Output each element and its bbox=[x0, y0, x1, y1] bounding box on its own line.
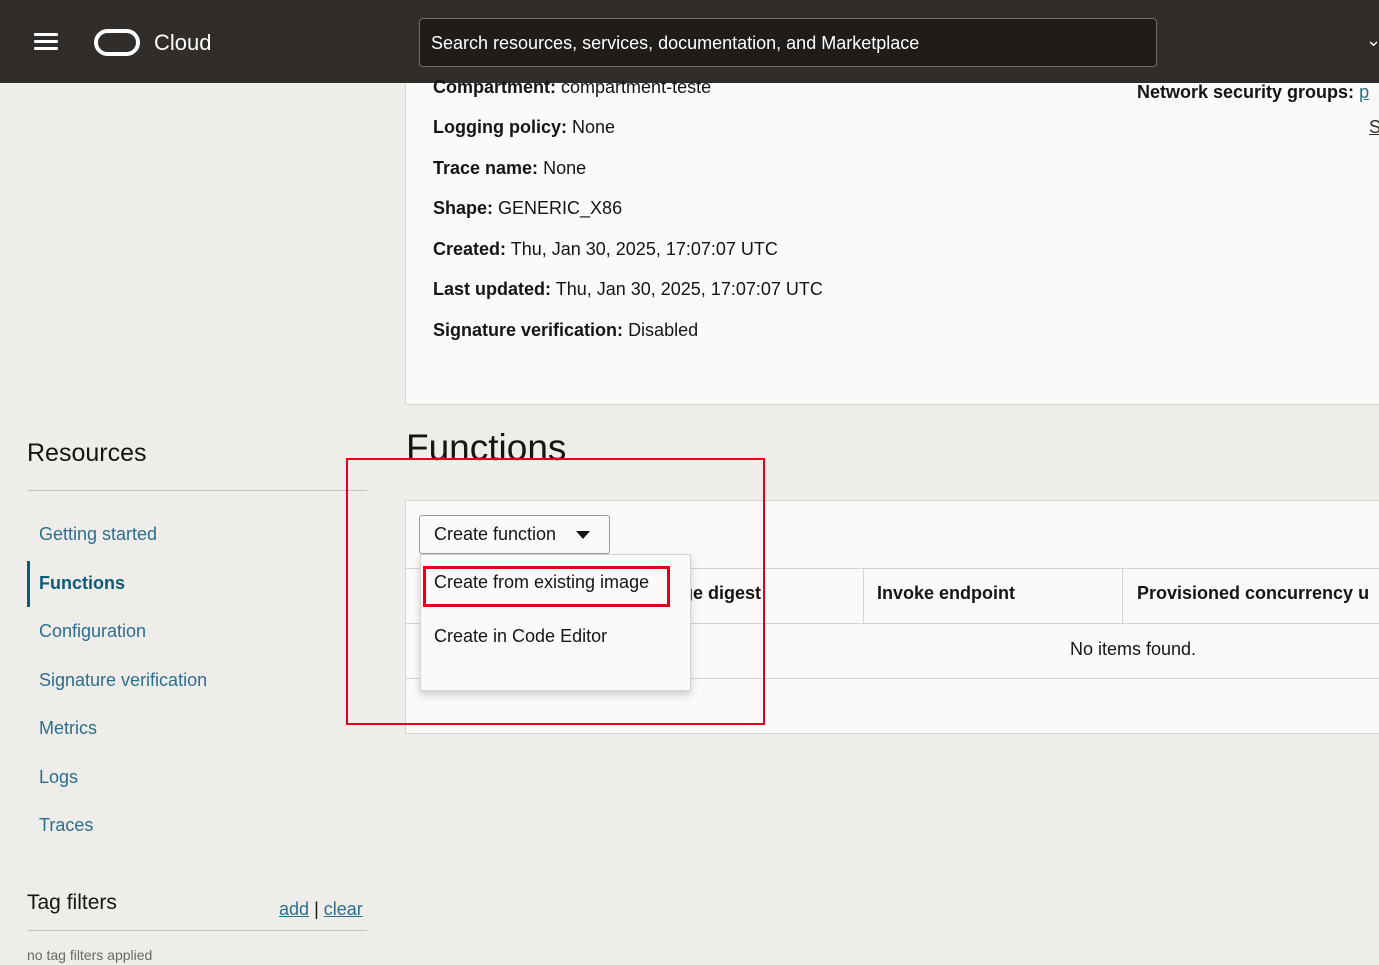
chevron-down-icon[interactable]: ⌄ bbox=[1366, 30, 1379, 51]
tag-filters-heading: Tag filters bbox=[27, 891, 117, 914]
detail-created: Created: Thu, Jan 30, 2025, 17:07:07 UTC bbox=[433, 239, 778, 259]
nsg-secondary-link[interactable]: S bbox=[1369, 117, 1379, 138]
detail-logging-policy: Logging policy: None bbox=[433, 117, 616, 137]
highlight-box bbox=[423, 566, 670, 607]
tag-filter-actions: add | clear bbox=[279, 899, 363, 920]
brand-name[interactable]: Cloud bbox=[154, 30, 211, 56]
detail-signature-verification: Signature verification: Disabled bbox=[433, 320, 699, 340]
tag-filters-empty: no tag filters applied bbox=[27, 947, 153, 963]
sidebar-item-signature-verification[interactable]: Signature verification bbox=[39, 670, 207, 691]
detail-compartment: Compartment: compartment-teste bbox=[433, 77, 712, 97]
add-tag-filter-link[interactable]: add bbox=[279, 899, 309, 919]
detail-network-security-groups: Network security groups: p bbox=[1137, 82, 1370, 102]
search-input[interactable]: Search resources, services, documentatio… bbox=[419, 18, 1157, 67]
empty-state-text: No items found. bbox=[1070, 639, 1197, 659]
sidebar-item-traces[interactable]: Traces bbox=[39, 815, 93, 836]
divider bbox=[27, 490, 367, 491]
top-bar: Cloud Search resources, services, docume… bbox=[0, 0, 1379, 83]
sidebar-item-functions[interactable]: Functions bbox=[39, 573, 125, 594]
sidebar-item-configuration[interactable]: Configuration bbox=[39, 621, 146, 642]
sidebar-item-logs[interactable]: Logs bbox=[39, 767, 78, 788]
sidebar-item-getting-started[interactable]: Getting started bbox=[39, 524, 157, 545]
sidebar-item-metrics[interactable]: Metrics bbox=[39, 718, 97, 739]
column-header-provisioned-concurrency[interactable]: Provisioned concurrency u bbox=[1137, 583, 1369, 604]
separator: | bbox=[314, 899, 319, 919]
oracle-logo-icon[interactable] bbox=[94, 29, 140, 56]
column-separator bbox=[863, 568, 864, 623]
nsg-link[interactable]: p bbox=[1359, 82, 1369, 102]
hamburger-menu-icon[interactable] bbox=[34, 33, 58, 51]
detail-trace-name: Trace name: None bbox=[433, 158, 587, 178]
divider bbox=[27, 930, 367, 931]
resources-heading: Resources bbox=[27, 439, 147, 467]
detail-shape: Shape: GENERIC_X86 bbox=[433, 198, 623, 218]
clear-tag-filter-link[interactable]: clear bbox=[324, 899, 363, 919]
column-separator bbox=[1122, 568, 1123, 623]
active-indicator bbox=[27, 561, 30, 607]
column-header-invoke-endpoint[interactable]: Invoke endpoint bbox=[877, 583, 1015, 604]
detail-last-updated: Last updated: Thu, Jan 30, 2025, 17:07:0… bbox=[433, 279, 823, 299]
